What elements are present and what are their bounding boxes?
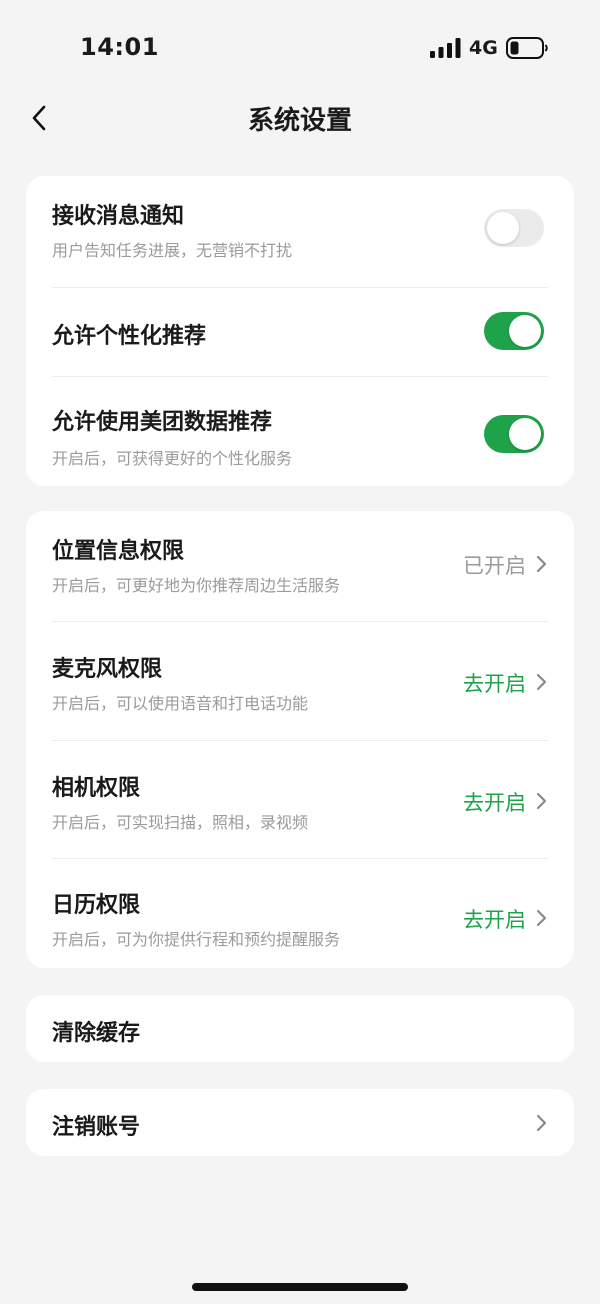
permission-title: 位置信息权限 bbox=[52, 539, 185, 564]
signal-icon bbox=[430, 38, 461, 58]
permission-title: 日历权限 bbox=[52, 893, 141, 918]
page-title: 系统设置 bbox=[247, 106, 352, 136]
meituan-data-recommendation-row: 允许使用美团数据推荐 开启后，可获得更好的个性化服务 bbox=[26, 377, 574, 486]
status-bar: 14:01 4G bbox=[0, 0, 600, 96]
personalized-recommendation-row: 允许个性化推荐 bbox=[26, 288, 574, 376]
toggle-knob bbox=[487, 212, 519, 244]
receive-notifications-row: 接收消息通知 用户告知任务进展，无营销不打扰 bbox=[26, 176, 574, 287]
status-time: 14:01 bbox=[80, 33, 159, 61]
meituan-data-recommendation-subtitle: 开启后，可获得更好的个性化服务 bbox=[52, 449, 293, 468]
permission-title: 麦克风权限 bbox=[52, 657, 163, 682]
permission-row-calendar[interactable]: 日历权限 开启后，可为你提供行程和预约提醒服务 去开启 bbox=[26, 859, 574, 968]
toggle-knob bbox=[509, 418, 541, 450]
permission-status[interactable]: 去开启 bbox=[463, 787, 526, 817]
network-label: 4G bbox=[469, 37, 498, 59]
chevron-right-icon bbox=[536, 555, 547, 573]
permission-subtitle: 开启后，可为你提供行程和预约提醒服务 bbox=[52, 930, 341, 949]
clear-cache-card[interactable]: 清除缓存 bbox=[26, 995, 574, 1062]
permission-status[interactable]: 去开启 bbox=[463, 668, 526, 698]
delete-account-card[interactable]: 注销账号 bbox=[26, 1089, 574, 1156]
permission-row-microphone[interactable]: 麦克风权限 开启后，可以使用语音和打电话功能 去开启 bbox=[26, 622, 574, 740]
chevron-right-icon bbox=[536, 1114, 547, 1132]
meituan-data-recommendation-toggle[interactable] bbox=[484, 415, 544, 453]
permission-status[interactable]: 去开启 bbox=[463, 904, 526, 934]
permission-row-camera[interactable]: 相机权限 开启后，可实现扫描，照相，录视频 去开启 bbox=[26, 741, 574, 858]
receive-notifications-title: 接收消息通知 bbox=[52, 204, 185, 229]
personalized-recommendation-toggle[interactable] bbox=[484, 312, 544, 350]
chevron-right-icon bbox=[536, 673, 547, 691]
permission-title: 相机权限 bbox=[52, 776, 141, 801]
clear-cache-title: 清除缓存 bbox=[52, 1021, 141, 1046]
receive-notifications-subtitle: 用户告知任务进展，无营销不打扰 bbox=[52, 241, 293, 260]
battery-icon bbox=[506, 37, 548, 59]
toggle-knob bbox=[509, 315, 541, 347]
delete-account-title: 注销账号 bbox=[52, 1115, 141, 1140]
chevron-right-icon bbox=[536, 792, 547, 810]
notification-settings-card: 接收消息通知 用户告知任务进展，无营销不打扰 允许个性化推荐 允许使用美团数据推… bbox=[26, 176, 574, 486]
receive-notifications-toggle[interactable] bbox=[484, 209, 544, 247]
personalized-recommendation-title: 允许个性化推荐 bbox=[52, 324, 207, 349]
permission-subtitle: 开启后，可以使用语音和打电话功能 bbox=[52, 694, 309, 713]
permission-status: 已开启 bbox=[463, 554, 526, 578]
permissions-card: 位置信息权限 开启后，可更好地为你推荐周边生活服务 已开启 麦克风权限 开启后，… bbox=[26, 511, 574, 968]
permission-subtitle: 开启后，可更好地为你推荐周边生活服务 bbox=[52, 576, 341, 595]
permission-row-location[interactable]: 位置信息权限 开启后，可更好地为你推荐周边生活服务 已开启 bbox=[26, 511, 574, 621]
chevron-right-icon bbox=[536, 909, 547, 927]
home-indicator[interactable] bbox=[192, 1283, 408, 1291]
navigation-bar: 系统设置 bbox=[0, 96, 600, 140]
permission-subtitle: 开启后，可实现扫描，照相，录视频 bbox=[52, 813, 309, 832]
meituan-data-recommendation-title: 允许使用美团数据推荐 bbox=[52, 410, 273, 435]
